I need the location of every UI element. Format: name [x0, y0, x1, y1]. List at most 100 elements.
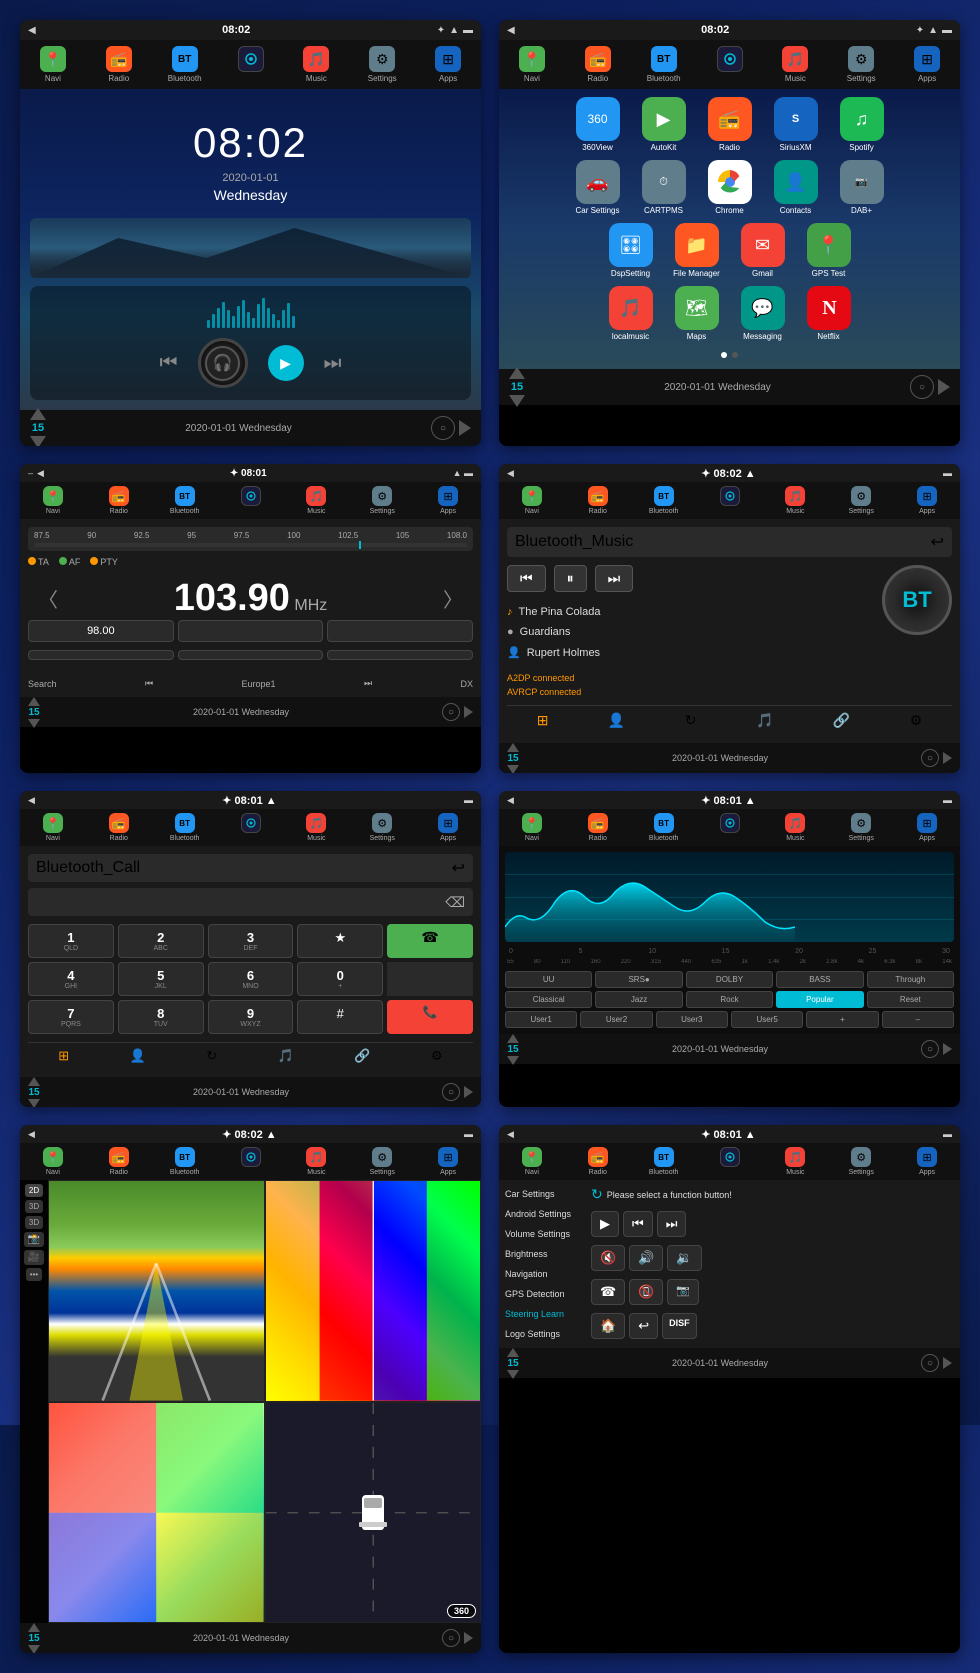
up-arrow-8[interactable] — [507, 1348, 519, 1357]
next-btn-s[interactable]: ⏭ — [657, 1211, 687, 1237]
mute-btn-s[interactable]: 🔇 — [591, 1245, 625, 1271]
down-arrow-5[interactable] — [28, 1099, 40, 1108]
bt-contacts-icon[interactable]: 👤 — [608, 712, 625, 729]
bt-refresh-icon[interactable]: ↻ — [685, 712, 697, 729]
nav-apps-4[interactable]: ⊞Apps — [894, 484, 960, 517]
nav-radio-8[interactable]: 📻Radio — [565, 1145, 631, 1178]
nav-bt-3[interactable]: BT Bluetooth — [152, 484, 218, 517]
nav-navi-1[interactable]: 📍 Navi — [20, 44, 86, 85]
app-localmusic[interactable]: 🎵 localmusic — [601, 286, 661, 341]
home-btn-7[interactable]: ○ — [442, 1629, 460, 1647]
eq-user2[interactable]: User2 — [580, 1011, 652, 1028]
back-icon-8[interactable]: ◀ — [507, 1129, 514, 1140]
back-tri-btn-3[interactable] — [464, 706, 473, 718]
eq-reset[interactable]: Reset — [867, 991, 954, 1008]
app-messaging[interactable]: 💬 Messaging — [733, 286, 793, 341]
nav-apps-1[interactable]: ⊞ Apps — [415, 44, 481, 85]
nav-radio-2[interactable]: 📻 Radio — [565, 44, 631, 85]
nav-settings-6[interactable]: ⚙Settings — [828, 811, 894, 844]
cam-3d-btn-2[interactable]: 3D — [25, 1216, 43, 1229]
bt-keypad-icon[interactable]: ⊞ — [537, 712, 549, 729]
eq-plus[interactable]: + — [806, 1011, 878, 1028]
preset-6[interactable] — [327, 650, 473, 660]
prev-station[interactable]: ⏮ — [145, 678, 153, 689]
back-tri-btn-4[interactable] — [943, 752, 952, 764]
bt-gear-icon[interactable]: ⚙ — [910, 712, 923, 729]
num-0[interactable]: 0+ — [297, 962, 383, 996]
nav-navi-8[interactable]: 📍Navi — [499, 1145, 565, 1178]
call-end-btn[interactable]: 📞 — [387, 1000, 473, 1034]
eq-srs[interactable]: SRS● — [595, 971, 682, 988]
back-icon-5[interactable]: ◀ — [28, 795, 35, 806]
nav-apps-5[interactable]: ⊞Apps — [415, 811, 481, 844]
nav-cam-2[interactable] — [697, 44, 763, 85]
nav-cam-4[interactable] — [697, 484, 763, 517]
num-hash[interactable]: # — [297, 1000, 383, 1034]
num-2[interactable]: 2ABC — [118, 924, 204, 958]
back-tri-3[interactable]: ◀ — [37, 468, 44, 479]
preset-5[interactable] — [178, 650, 324, 660]
freq-right[interactable]: 〉 — [443, 584, 463, 613]
back-icon-1[interactable]: ◀ — [28, 25, 36, 36]
eq-dolby[interactable]: DOLBY — [686, 971, 773, 988]
eq-rock[interactable]: Rock — [686, 991, 773, 1008]
nav-music-5[interactable]: 🎵Music — [283, 811, 349, 844]
call-music-icon[interactable]: 🎵 — [278, 1048, 294, 1064]
play-button[interactable]: ▶ — [268, 345, 304, 381]
nav-navi-2[interactable]: 📍 Navi — [499, 44, 565, 85]
app-netflix[interactable]: N Netflix — [799, 286, 859, 341]
home-btn-8[interactable]: ○ — [921, 1354, 939, 1372]
nav-apps-2[interactable]: ⊞ Apps — [894, 44, 960, 85]
delete-icon[interactable]: ⌫ — [445, 894, 465, 911]
nav-cam-8[interactable] — [697, 1145, 763, 1178]
back-icon-4[interactable]: ◀ — [507, 468, 514, 479]
cam-2d-btn[interactable]: 2D — [25, 1184, 43, 1197]
nav-settings-5[interactable]: ⚙Settings — [349, 811, 415, 844]
num-7[interactable]: 7PQRS — [28, 1000, 114, 1034]
vol-down-btn[interactable]: 🔉 — [667, 1245, 701, 1271]
bt-pause[interactable]: ⏸ — [554, 565, 587, 592]
down-arrow-4[interactable] — [507, 765, 519, 774]
nav-cam-5[interactable] — [218, 811, 284, 844]
nav-cam-6[interactable] — [697, 811, 763, 844]
disf-btn[interactable]: DISF — [662, 1313, 697, 1339]
eq-through[interactable]: Through — [867, 971, 954, 988]
bt-next[interactable]: ⏭ — [595, 565, 634, 592]
nav-radio-4[interactable]: 📻Radio — [565, 484, 631, 517]
up-arrow-6[interactable] — [507, 1034, 519, 1043]
home-btn-4[interactable]: ○ — [921, 749, 939, 767]
nav-bt-1[interactable]: BT Bluetooth — [152, 44, 218, 85]
nav-bt-7[interactable]: BTBluetooth — [152, 1145, 218, 1178]
call-gear-icon[interactable]: ⚙ — [431, 1048, 443, 1064]
app-cartpms[interactable]: ⏱ CARTPMS — [634, 160, 694, 215]
nav-radio-3[interactable]: 📻 Radio — [86, 484, 152, 517]
bt-back-btn[interactable]: ↩ — [931, 532, 944, 552]
home-btn-1[interactable]: ○ — [431, 416, 455, 440]
cam-photo-btn[interactable]: 📸 — [24, 1232, 44, 1247]
nav-apps-3[interactable]: ⊞ Apps — [415, 484, 481, 517]
nav-music-3[interactable]: 🎵 Music — [283, 484, 349, 517]
nav-music-6[interactable]: 🎵Music — [762, 811, 828, 844]
up-arrow-3[interactable] — [28, 697, 40, 706]
call-link-icon[interactable]: 🔗 — [354, 1048, 370, 1064]
prev-icon[interactable]: ⏮ — [160, 352, 178, 375]
hangup-btn[interactable]: 📵 — [629, 1279, 663, 1305]
up-arrow-1[interactable] — [30, 408, 46, 420]
back-triangle-1[interactable] — [459, 420, 471, 436]
nav-apps-6[interactable]: ⊞Apps — [894, 811, 960, 844]
app-360view[interactable]: 360 360View — [568, 97, 628, 152]
preset-3[interactable] — [327, 620, 473, 642]
eq-jazz[interactable]: Jazz — [595, 991, 682, 1008]
num-star[interactable]: ★ — [297, 924, 383, 958]
up-arrow-2[interactable] — [509, 367, 525, 379]
nav-radio-1[interactable]: 📻 Radio — [86, 44, 152, 85]
nav-bt-6[interactable]: BTBluetooth — [631, 811, 697, 844]
home-btn-5[interactable]: ○ — [442, 1083, 460, 1101]
app-radio[interactable]: 📻 Radio — [700, 97, 760, 152]
up-arrow-7[interactable] — [28, 1623, 40, 1632]
eq-classical[interactable]: Classical — [505, 991, 592, 1008]
nav-bt-2[interactable]: BT Bluetooth — [631, 44, 697, 85]
nav-radio-5[interactable]: 📻Radio — [86, 811, 152, 844]
bt-call-back[interactable]: ↩ — [452, 858, 465, 878]
down-arrow-8[interactable] — [507, 1370, 519, 1379]
